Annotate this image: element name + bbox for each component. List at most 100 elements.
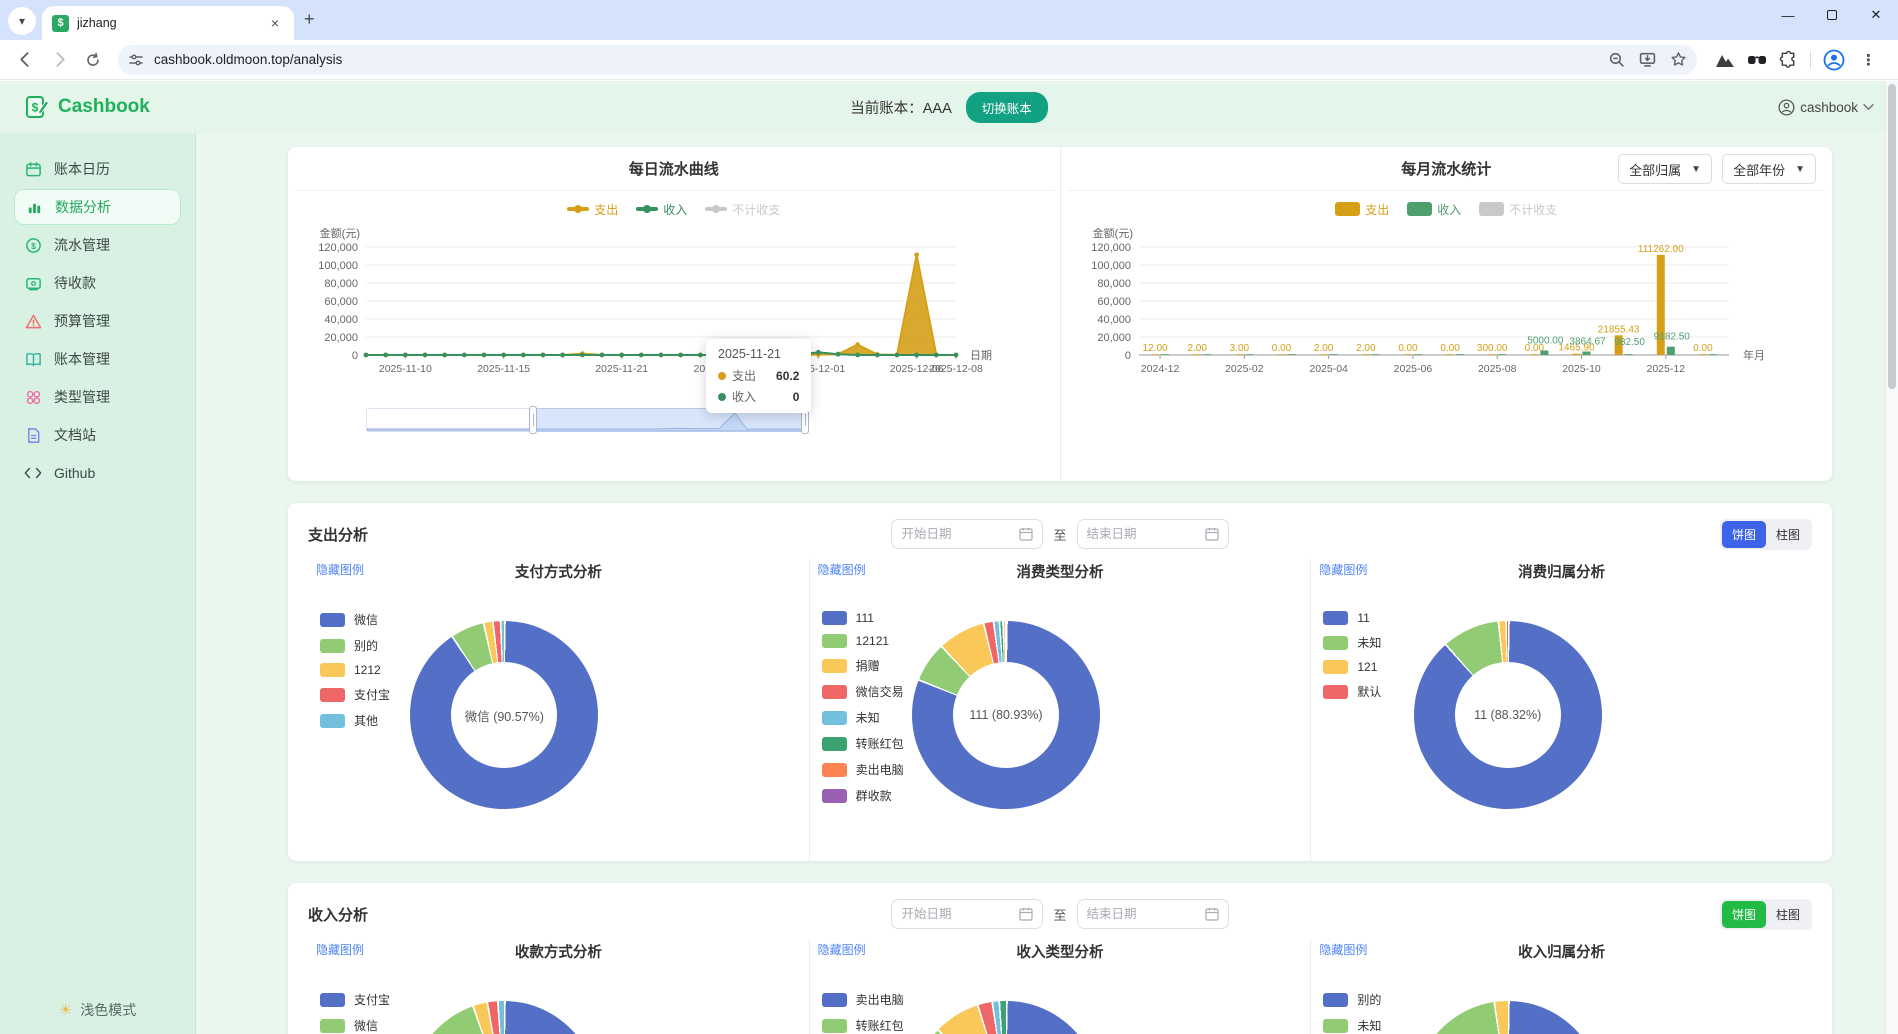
- pie-legend-item[interactable]: 未知: [1323, 634, 1381, 651]
- sidebar-item-books[interactable]: 账本管理: [14, 341, 181, 377]
- install-icon[interactable]: [1639, 51, 1656, 68]
- page-scrollbar[interactable]: [1885, 81, 1898, 1034]
- donut-chart[interactable]: [912, 1001, 1100, 1034]
- sidebar-item-receivables[interactable]: 待收款: [14, 265, 181, 301]
- legend-item[interactable]: 支出: [567, 201, 618, 218]
- svg-text:3864.67: 3864.67: [1569, 337, 1606, 348]
- pie-panel-income-method: 隐藏图例 收款方式分析 支付宝微信1212: [308, 939, 809, 1034]
- extension-mountain-icon[interactable]: [1715, 51, 1735, 69]
- pie-legend-item[interactable]: 别的: [1323, 991, 1381, 1008]
- profile-avatar[interactable]: [1823, 49, 1845, 71]
- browser-toolbar: cashbook.oldmoon.top/analysis ⋮: [0, 40, 1898, 80]
- bookmark-star-icon[interactable]: [1670, 51, 1687, 68]
- pie-legend-item[interactable]: 11: [1323, 611, 1381, 625]
- donut-chart[interactable]: [410, 1001, 598, 1034]
- donut-chart[interactable]: 微信 (90.57%): [410, 621, 598, 809]
- pie-legend-item[interactable]: 12121: [822, 634, 904, 648]
- app-logo[interactable]: $ Cashbook: [24, 94, 150, 120]
- pie-legend-item[interactable]: 卖出电脑: [822, 991, 904, 1008]
- sidebar-item-github[interactable]: Github: [14, 455, 181, 491]
- pie-legend-item[interactable]: 111: [822, 611, 904, 625]
- svg-text:0.00: 0.00: [1693, 343, 1713, 354]
- pie-legend-item[interactable]: 微信: [320, 1017, 390, 1034]
- user-menu[interactable]: cashbook: [1778, 99, 1874, 116]
- flow-charts-card: 每日流水曲线 支出收入不计收支 020,00040,00060,00080,00…: [288, 147, 1832, 481]
- zoom-icon[interactable]: [1608, 51, 1625, 68]
- pie-legend-item[interactable]: 默认: [1323, 683, 1381, 700]
- hide-legend-link[interactable]: 隐藏图例: [1319, 941, 1367, 958]
- legend-item[interactable]: 收入: [1407, 201, 1461, 218]
- pie-legend-item[interactable]: 群收款: [822, 787, 904, 804]
- bar-view-button[interactable]: 柱图: [1766, 521, 1810, 548]
- minimize-button[interactable]: —: [1766, 0, 1810, 30]
- hide-legend-link[interactable]: 隐藏图例: [818, 941, 866, 958]
- pie-legend-item[interactable]: 支付宝: [320, 991, 390, 1008]
- expense-analysis-card: 支出分析 至: [288, 503, 1832, 861]
- forward-icon[interactable]: [44, 45, 74, 75]
- tab-search-icon[interactable]: ▾: [8, 7, 36, 35]
- pie-legend-item[interactable]: 转账红包: [822, 735, 904, 752]
- pie-legend-item[interactable]: 未知: [1323, 1017, 1381, 1034]
- legend-item[interactable]: 支出: [1335, 201, 1389, 218]
- start-date-input[interactable]: [891, 519, 1043, 549]
- end-date-input[interactable]: [1077, 519, 1229, 549]
- pie-legend-item[interactable]: 其他: [320, 712, 390, 729]
- url-text[interactable]: cashbook.oldmoon.top/analysis: [154, 52, 1598, 67]
- pie-legend-item[interactable]: 121: [1323, 660, 1381, 674]
- donut-chart[interactable]: 111 (80.93%): [912, 621, 1100, 809]
- menu-kebab-icon[interactable]: ⋮: [1861, 51, 1876, 69]
- pie-legend-item[interactable]: 别的: [320, 637, 390, 654]
- hide-legend-link[interactable]: 隐藏图例: [316, 561, 364, 578]
- scrollbar-thumb[interactable]: [1888, 84, 1896, 389]
- pie-legend-item[interactable]: 未知: [822, 709, 904, 726]
- sidebar-item-calendar[interactable]: 账本日历: [14, 151, 181, 187]
- attribution-select[interactable]: 全部归属▼: [1618, 154, 1712, 184]
- pie-legend-item[interactable]: 微信: [320, 611, 390, 628]
- calendar-icon: [1205, 527, 1219, 541]
- address-bar[interactable]: cashbook.oldmoon.top/analysis: [118, 45, 1697, 75]
- sidebar-item-analysis[interactable]: 数据分析: [14, 189, 181, 225]
- pie-legend-item[interactable]: 微信交易: [822, 683, 904, 700]
- sidebar-item-flows[interactable]: $ 流水管理: [14, 227, 181, 263]
- monthly-chart[interactable]: 020,00040,00060,00080,000100,000120,000金…: [1067, 223, 1827, 400]
- back-icon[interactable]: [10, 45, 40, 75]
- pie-legend-item[interactable]: 捐赠: [822, 657, 904, 674]
- main-content: 每日流水曲线 支出收入不计收支 020,00040,00060,00080,00…: [196, 133, 1898, 1034]
- hide-legend-link[interactable]: 隐藏图例: [818, 561, 866, 578]
- pie-legend-item[interactable]: 1212: [320, 663, 390, 677]
- theme-toggle[interactable]: ☀ 浅色模式: [0, 1000, 195, 1020]
- datazoom-handle-left[interactable]: [529, 406, 537, 434]
- end-date-input[interactable]: [1077, 899, 1229, 929]
- hide-legend-link[interactable]: 隐藏图例: [1319, 561, 1367, 578]
- sidebar-item-types[interactable]: 类型管理: [14, 379, 181, 415]
- bar-view-button[interactable]: 柱图: [1766, 901, 1810, 928]
- start-date-input[interactable]: [891, 899, 1043, 929]
- hide-legend-link[interactable]: 隐藏图例: [316, 941, 364, 958]
- donut-chart[interactable]: [1414, 1001, 1602, 1034]
- donut-chart[interactable]: 11 (88.32%): [1414, 621, 1602, 809]
- extension-glasses-icon[interactable]: [1747, 52, 1767, 68]
- sidebar-item-docs[interactable]: 文档站: [14, 417, 181, 453]
- daily-chart[interactable]: 020,00040,00060,00080,000100,000120,000金…: [294, 223, 1054, 432]
- legend-item[interactable]: 不计收支: [705, 201, 780, 218]
- sidebar-item-budget[interactable]: 预算管理: [14, 303, 181, 339]
- pie-view-button[interactable]: 饼图: [1722, 901, 1766, 928]
- pie-legend-item[interactable]: 转账红包: [822, 1017, 904, 1034]
- new-tab-button[interactable]: +: [304, 9, 315, 30]
- site-settings-icon[interactable]: [128, 52, 144, 68]
- pie-legend-item[interactable]: 支付宝: [320, 686, 390, 703]
- maximize-button[interactable]: [1810, 0, 1854, 30]
- expense-section-title: 支出分析: [308, 524, 368, 545]
- tab-close-icon[interactable]: ×: [266, 14, 284, 32]
- pie-view-button[interactable]: 饼图: [1722, 521, 1766, 548]
- legend-item[interactable]: 不计收支: [1479, 201, 1557, 218]
- close-button[interactable]: ✕: [1854, 0, 1898, 30]
- year-select[interactable]: 全部年份▼: [1722, 154, 1816, 184]
- switch-book-button[interactable]: 切换账本: [966, 92, 1048, 123]
- user-icon: [1778, 99, 1795, 116]
- legend-item[interactable]: 收入: [636, 201, 687, 218]
- browser-tab[interactable]: $ jizhang ×: [42, 6, 294, 40]
- pie-legend-item[interactable]: 卖出电脑: [822, 761, 904, 778]
- refresh-icon[interactable]: [78, 45, 108, 75]
- extensions-puzzle-icon[interactable]: [1779, 50, 1798, 69]
